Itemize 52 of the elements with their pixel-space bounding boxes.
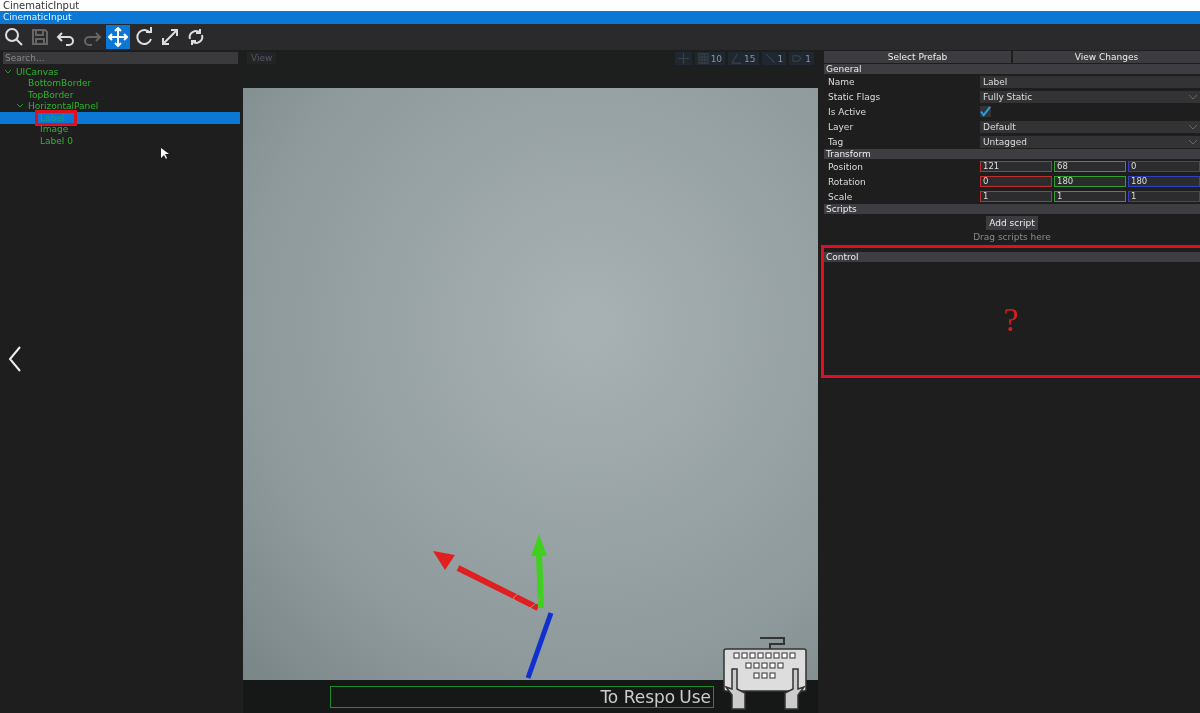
- question-mark: ?: [1003, 300, 1019, 339]
- number-field[interactable]: 121: [980, 161, 1052, 172]
- section-header[interactable]: Transform: [824, 149, 1200, 159]
- checkbox[interactable]: [980, 106, 991, 117]
- number-field[interactable]: 1: [980, 191, 1052, 202]
- number-field[interactable]: 0: [980, 176, 1052, 187]
- caret-icon[interactable]: [1189, 94, 1197, 100]
- property-label: Name: [828, 76, 856, 87]
- property-label: Scale: [828, 191, 854, 202]
- section-header[interactable]: Control: [824, 252, 1200, 262]
- property-label: Is Active: [828, 106, 868, 117]
- editor-title: CinematicInput: [3, 12, 72, 22]
- section-header[interactable]: Scripts: [824, 204, 1200, 214]
- number-field[interactable]: 68: [1054, 161, 1126, 172]
- dropdown[interactable]: Fully Static: [980, 90, 1200, 103]
- property-label: Layer: [828, 121, 855, 132]
- dropdown[interactable]: Untagged: [980, 135, 1200, 148]
- chevron-icon[interactable]: [4, 67, 12, 76]
- property-label: Static Flags: [828, 91, 882, 102]
- add-script-button[interactable]: Add script: [986, 216, 1038, 230]
- tool-value: 1: [777, 53, 784, 64]
- window-title: CinematicInput: [2, 1, 80, 11]
- tool-value: 1: [805, 53, 811, 64]
- hint-text: Use: [679, 686, 711, 707]
- tree-item[interactable]: UICanvas: [0, 66, 240, 78]
- property-label: Position: [828, 161, 865, 172]
- caret-icon[interactable]: [1189, 124, 1197, 130]
- move-icon[interactable]: [106, 25, 130, 49]
- panel-button[interactable]: Select Prefab: [824, 51, 1011, 63]
- tree-item[interactable]: BottomBorder: [0, 77, 240, 89]
- caption-text: To Respo: [600, 686, 676, 707]
- panel-button[interactable]: View Changes: [1013, 51, 1200, 63]
- number-field[interactable]: 1: [1128, 191, 1200, 202]
- tree-item[interactable]: Label 0: [0, 135, 240, 147]
- number-field[interactable]: 180: [1054, 176, 1126, 187]
- tree-item[interactable]: Image: [0, 123, 240, 135]
- tree-item[interactable]: TopBorder: [0, 89, 240, 101]
- property-label: Rotation: [828, 176, 867, 187]
- section-header[interactable]: General: [824, 64, 1200, 74]
- number-field[interactable]: 0: [1128, 161, 1200, 172]
- number-field[interactable]: 180: [1128, 176, 1200, 187]
- cursor-icon: [161, 148, 169, 160]
- property-label: Tag: [828, 136, 845, 147]
- caret-icon[interactable]: [1189, 139, 1197, 145]
- search-field[interactable]: Search...: [3, 52, 238, 64]
- tool-value: 10: [710, 53, 723, 64]
- tool-value: 15: [744, 53, 756, 64]
- drop-hint: Drag scripts here: [973, 232, 1051, 242]
- tree-item[interactable]: HorizontalPanel: [0, 100, 240, 112]
- dropdown[interactable]: Default: [980, 120, 1200, 133]
- number-field[interactable]: 1: [1054, 191, 1126, 202]
- name-field[interactable]: Label: [980, 75, 1200, 88]
